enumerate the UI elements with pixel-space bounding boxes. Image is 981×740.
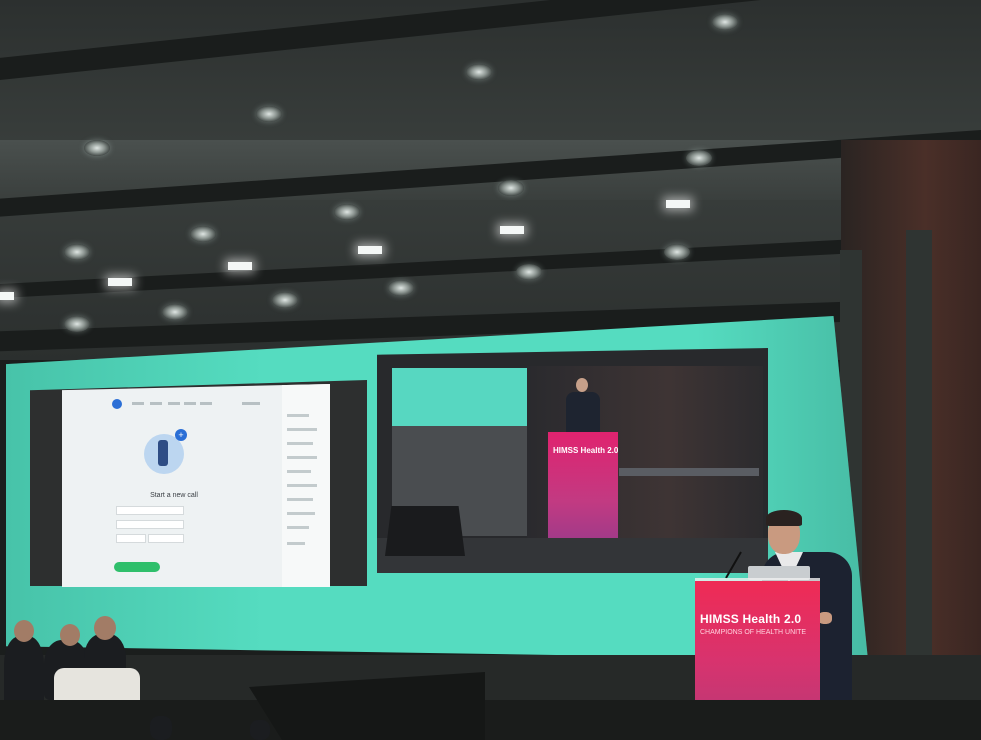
audience-head	[14, 620, 34, 642]
conference-photo: + Start a new call HIMSS Health 2.0 HIMS…	[0, 0, 981, 740]
video-table	[619, 468, 759, 476]
app-title: Start a new call	[150, 492, 198, 499]
video-speaker	[566, 392, 600, 434]
app-input-field	[116, 534, 146, 543]
ceiling-downlight	[334, 204, 360, 220]
audience-head	[60, 624, 80, 646]
video-screen-backdrop	[392, 368, 528, 426]
app-input-field	[148, 534, 184, 543]
app-logo-icon	[112, 399, 122, 409]
ceiling-downlight	[64, 316, 90, 332]
ceiling-strip-light	[666, 200, 690, 208]
app-input-field	[116, 520, 184, 529]
video-speaker-head	[576, 378, 588, 392]
speaker-hair	[766, 510, 802, 526]
speaker-hand	[818, 612, 832, 624]
ceiling-downlight	[516, 264, 542, 280]
foreground-camera	[250, 720, 270, 740]
sidebar-entry	[287, 512, 315, 515]
ceiling-strip-light	[0, 292, 14, 300]
ceiling-downlight	[64, 244, 90, 260]
sidebar-entry	[287, 442, 313, 445]
podium-tagline: CHAMPIONS OF HEALTH UNITE	[700, 629, 807, 636]
ceiling-downlight	[466, 64, 492, 80]
ceiling-downlight	[272, 292, 298, 308]
podium-logo: HIMSS Health 2.0	[700, 612, 802, 626]
ceiling-downlight	[190, 226, 216, 242]
ceiling-downlight	[84, 140, 110, 156]
slide-live-video: HIMSS Health 2.0	[377, 348, 768, 573]
sidebar-entry	[287, 484, 317, 487]
ceiling-downlight	[256, 106, 282, 122]
audience-person	[4, 636, 44, 706]
sidebar-entry	[287, 498, 313, 501]
plus-icon: +	[175, 429, 187, 441]
foreground-shadow	[0, 700, 981, 740]
app-start-button	[114, 562, 160, 572]
app-sidebar	[282, 384, 330, 587]
sidebar-entry	[287, 470, 311, 473]
ceiling-downlight	[686, 150, 712, 166]
ceiling-strip-light	[228, 262, 252, 270]
video-stage-monitor	[385, 506, 465, 556]
pillar	[906, 230, 932, 720]
app-nav-item	[150, 402, 162, 405]
foreground-camera	[150, 716, 172, 740]
sidebar-entry	[287, 428, 317, 431]
ceiling-downlight	[664, 244, 690, 260]
ceiling-strip-light	[500, 226, 524, 234]
app-nav-item	[132, 402, 144, 405]
video-podium-logo: HIMSS Health 2.0	[553, 446, 619, 455]
ceiling-downlight	[712, 14, 738, 30]
app-input-field	[116, 506, 184, 515]
ceiling-strip-light	[108, 278, 132, 286]
sidebar-entry	[287, 526, 309, 529]
app-nav-item	[184, 402, 196, 405]
ceiling-downlight	[388, 280, 414, 296]
app-screenshot: + Start a new call	[62, 384, 330, 587]
sidebar-entry	[287, 414, 309, 417]
ceiling-downlight	[162, 304, 188, 320]
app-nav-item	[168, 402, 180, 405]
ceiling-downlight	[498, 180, 524, 196]
sidebar-entry	[287, 456, 317, 459]
app-nav-item	[242, 402, 260, 405]
illustration-person	[158, 440, 168, 466]
app-nav-item	[200, 402, 212, 405]
audience-head	[94, 616, 116, 640]
sidebar-entry	[287, 542, 305, 545]
ceiling-strip-light	[358, 246, 382, 254]
